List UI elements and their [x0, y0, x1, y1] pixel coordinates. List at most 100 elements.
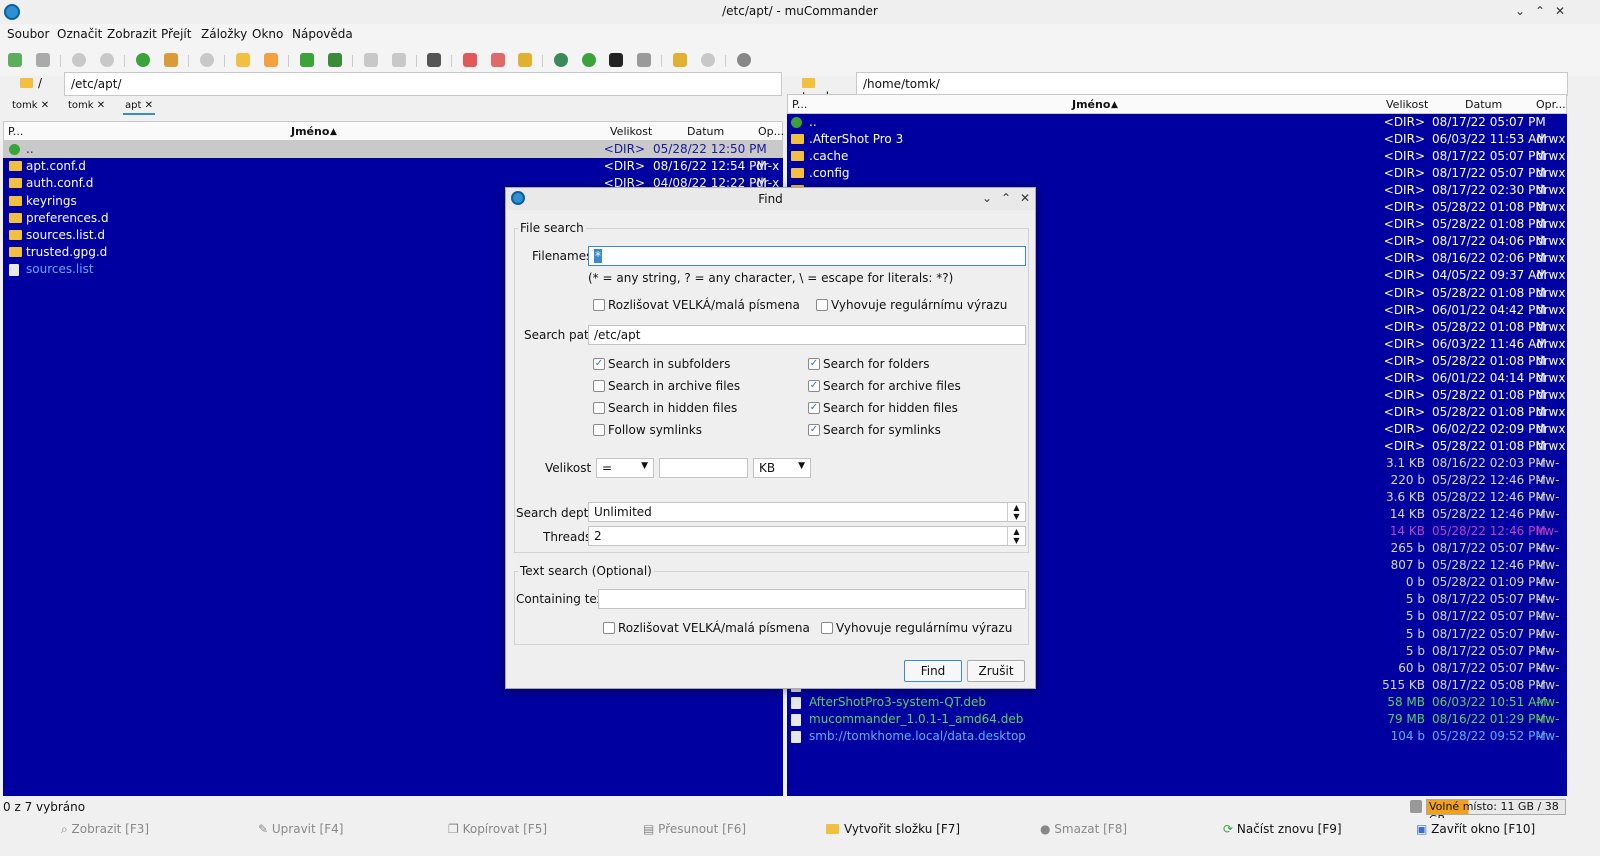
mark-folder-icon[interactable] [236, 53, 250, 67]
right-drive-button[interactable]: tomk [796, 72, 852, 104]
menu-okno[interactable]: Okno [252, 27, 283, 41]
subfolders-checkbox[interactable]: ✓ [593, 358, 605, 370]
mkdir-button[interactable]: Vytvořit složku [F7] [826, 822, 960, 836]
col-p[interactable]: P... [8, 125, 23, 138]
col-p[interactable]: P... [792, 98, 807, 111]
filenames-input[interactable]: * [588, 246, 1026, 266]
connect-server-icon[interactable] [36, 53, 50, 67]
col-perm[interactable]: Opr... [1536, 98, 1566, 111]
menu-napoveda[interactable]: Nápověda [292, 27, 353, 41]
search-path-input[interactable]: /etc/apt [588, 325, 1026, 345]
col-perm[interactable]: Op... [758, 125, 784, 138]
copy-button[interactable]: ❐ Kopírovat [F5] [448, 822, 547, 836]
file-row[interactable]: mucommander_1.0.1-1_amd64.deb 79 MB 08/16/… [787, 711, 1567, 728]
spinner-arrows-icon[interactable]: ▲ ▼ [1007, 503, 1025, 521]
text-case-checkbox[interactable] [603, 622, 615, 634]
file-row[interactable]: .cache <DIR> 08/17/22 05:07 PM drwx [787, 148, 1567, 165]
home-icon[interactable] [164, 53, 178, 67]
credentials-icon[interactable] [518, 53, 532, 67]
set-same-folder-icon[interactable] [328, 53, 342, 67]
left-path-field[interactable]: /etc/apt/ [64, 72, 782, 96]
reveal-icon[interactable] [582, 53, 596, 67]
regex-checkbox[interactable] [816, 299, 828, 311]
parent-dir-row[interactable]: .. <DIR> 05/28/22 12:50 PM [3, 141, 783, 158]
follow-symlinks-checkbox[interactable] [593, 424, 605, 436]
right-path-field[interactable]: /home/tomk/ [856, 72, 1568, 96]
menu-soubor[interactable]: Soubor [7, 27, 49, 41]
search-depth-spinner[interactable]: Unlimited ▲ ▼ [588, 502, 1026, 522]
file-date: 05/28/22 01:08 PM [1432, 285, 1546, 300]
edit-bookmarks-icon[interactable] [491, 53, 505, 67]
dialog-maximize-icon[interactable]: ⌃ [998, 190, 1014, 206]
forward-icon[interactable] [100, 53, 114, 67]
menu-prejit[interactable]: Přejít [161, 27, 191, 41]
tab-tomk-2[interactable]: tomk ✕ [68, 100, 105, 111]
cancel-button[interactable]: Zrušit [967, 660, 1025, 682]
case-sensitive-checkbox[interactable] [593, 299, 605, 311]
close-icon[interactable]: ✕ [1552, 3, 1568, 19]
unmark-folder-icon[interactable] [264, 53, 278, 67]
parent-dir-row[interactable]: .. <DIR> 08/17/22 05:07 PM [787, 114, 1567, 131]
menu-oznacit[interactable]: Označit [57, 27, 102, 41]
col-date[interactable]: Datum [1465, 98, 1502, 111]
size-value-input[interactable] [659, 458, 748, 478]
tab-tomk-1[interactable]: tomk ✕ [12, 100, 49, 111]
pack-icon[interactable] [364, 53, 378, 67]
file-permissions: drwx [1536, 166, 1566, 181]
refresh-button[interactable]: ⟳ Načíst znovu [F9] [1223, 822, 1342, 836]
unpack-icon[interactable] [392, 53, 406, 67]
swap-panels-icon[interactable] [300, 53, 314, 67]
maximize-icon[interactable]: ⌃ [1532, 3, 1548, 19]
tab-apt[interactable]: apt ✕ [123, 100, 155, 115]
terminal-icon[interactable] [609, 53, 623, 67]
go-up-icon[interactable] [136, 53, 150, 67]
combine-files-icon[interactable] [701, 53, 715, 67]
search-archives-checkbox[interactable]: ✓ [808, 380, 820, 392]
containing-text-input[interactable] [598, 589, 1026, 609]
spinner-arrows-icon[interactable]: ▲ ▼ [1007, 527, 1025, 545]
email-icon[interactable] [554, 53, 568, 67]
file-row[interactable]: apt.conf.d <DIR> 08/16/22 12:54 PM dr-x [3, 158, 783, 175]
file-row[interactable]: .AfterShot Pro 3 <DIR> 06/03/22 11:53 AM dr… [787, 131, 1567, 148]
archive-files-checkbox[interactable] [593, 380, 605, 392]
col-date[interactable]: Datum [687, 125, 724, 138]
file-row[interactable]: AfterShotPro3-system-QT.deb 58 MB 06/03/22… [787, 694, 1567, 711]
file-row[interactable]: .config <DIR> 08/17/22 05:07 PM drwx [787, 165, 1567, 182]
left-drive-button[interactable]: / [14, 72, 60, 96]
edit-button[interactable]: ✎ Upravit [F4] [258, 822, 343, 836]
threads-spinner[interactable]: 2 ▲ ▼ [588, 526, 1026, 546]
hidden-files-checkbox[interactable] [593, 402, 605, 414]
search-symlinks-checkbox[interactable]: ✓ [808, 424, 820, 436]
search-hidden-checkbox[interactable]: ✓ [808, 402, 820, 414]
col-name[interactable]: Jméno [1072, 98, 1110, 111]
properties-icon[interactable] [637, 53, 651, 67]
col-size[interactable]: Velikost [1386, 98, 1428, 111]
col-name[interactable]: Jméno [291, 125, 329, 138]
back-icon[interactable] [72, 53, 86, 67]
dialog-close-icon[interactable]: ✕ [1017, 190, 1033, 206]
move-button[interactable]: ▤ Přesunout [F6] [643, 822, 746, 836]
delete-button[interactable]: ● Smazat [F8] [1040, 822, 1127, 836]
find-dialog: Find ⌄ ⌃ ✕ File search Filenames * (* = … [505, 187, 1036, 689]
find-button[interactable]: Find [904, 660, 962, 682]
size-unit-select[interactable]: KB ▼ [753, 458, 811, 478]
file-row[interactable]: smb://tomkhome.local/data.desktop 104 b 05… [787, 728, 1567, 745]
add-bookmark-icon[interactable] [463, 53, 477, 67]
stop-icon[interactable] [200, 53, 214, 67]
col-size[interactable]: Velikost [610, 125, 652, 138]
split-file-icon[interactable] [673, 53, 687, 67]
folder-icon [20, 78, 33, 88]
size-operator-select[interactable]: = ▼ [596, 458, 654, 478]
minimize-icon[interactable]: ⌄ [1512, 3, 1528, 19]
new-window-icon[interactable] [8, 53, 22, 67]
text-regex-checkbox[interactable] [821, 622, 833, 634]
preferences-icon[interactable] [737, 53, 751, 67]
menu-zobrazit[interactable]: Zobrazit [107, 27, 157, 41]
print-icon[interactable] [427, 53, 441, 67]
file-date: 08/17/22 05:07 PM [1432, 541, 1546, 556]
view-button[interactable]: ⌕ Zobrazit [F3] [61, 822, 149, 837]
menu-zalozky[interactable]: Záložky [201, 27, 247, 41]
dialog-minimize-icon[interactable]: ⌄ [979, 190, 995, 206]
search-folders-checkbox[interactable]: ✓ [808, 358, 820, 370]
close-window-button[interactable]: ▣ Zavřít okno [F10] [1416, 822, 1535, 836]
